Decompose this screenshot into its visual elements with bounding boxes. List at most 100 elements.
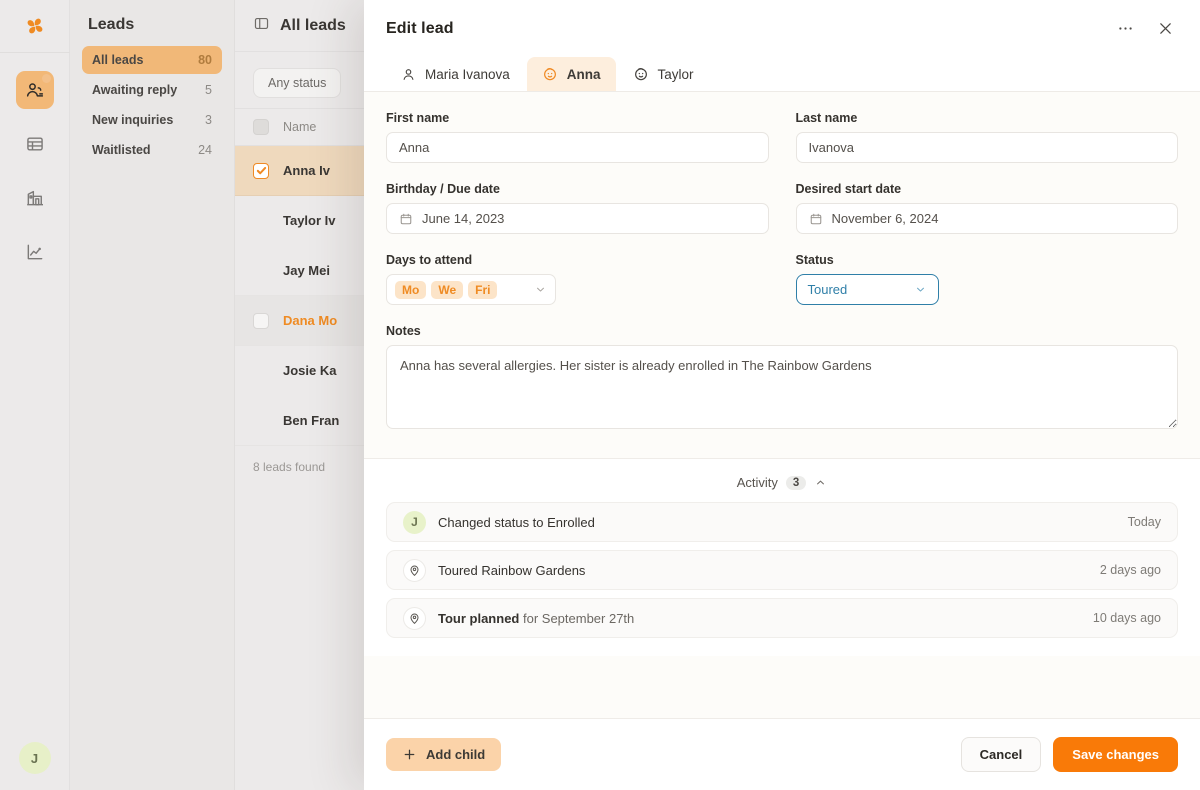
nav-count: 24 [198,143,212,157]
status-label: Status [796,253,1179,267]
activity-time: 10 days ago [1093,611,1161,625]
day-chip: Fri [468,281,497,299]
field-first-name: First name [386,111,769,163]
row-name: Josie Ka [283,363,336,378]
map-pin-icon [403,559,426,582]
rail-item-analytics[interactable] [16,233,54,271]
activity-section: Activity 3 J Changed status to Enrolled … [364,458,1200,656]
tab-label: Anna [567,67,601,82]
activity-text-group: Tour planned for September 27th [438,611,634,626]
row-name: Ben Fran [283,413,339,428]
field-start-date: Desired start date November 6, 2024 [796,182,1179,234]
app-root: J Leads All leads 80 Awaiting reply 5 Ne… [0,0,1200,790]
calendar-icon [399,212,413,226]
panel-toggle-icon[interactable] [253,15,270,37]
icon-rail: J [0,0,70,790]
activity-row[interactable]: J Changed status to Enrolled Today [386,502,1178,542]
chevron-up-icon[interactable] [814,476,827,489]
row-checkbox[interactable] [253,163,269,179]
rail-item-leads[interactable] [16,71,54,109]
edit-lead-modal: Edit lead [364,0,1200,790]
days-to-attend-select[interactable]: Mo We Fri [386,274,556,305]
activity-header[interactable]: Activity 3 [386,475,1178,490]
activity-text-bold: Tour planned [438,611,519,626]
activity-text: Changed status to Enrolled [438,515,595,530]
status-select[interactable]: Toured [796,274,939,305]
modal-header-actions [1112,16,1178,42]
field-birthday: Birthday / Due date June 14, 2023 [386,182,769,234]
status-value: Toured [808,282,848,297]
activity-time: 2 days ago [1100,563,1161,577]
activity-row[interactable]: Toured Rainbow Gardens 2 days ago [386,550,1178,590]
plus-icon [402,747,417,762]
select-all-checkbox[interactable] [253,119,269,135]
ellipsis-icon[interactable] [1112,16,1138,42]
activity-title: Activity [737,475,778,490]
activity-text: for September 27th [519,611,634,626]
rail-item-table[interactable] [16,125,54,163]
leads-nav-panel: Leads All leads 80 Awaiting reply 5 New … [70,0,235,790]
add-child-label: Add child [426,747,485,762]
tab-label: Taylor [658,67,694,82]
notes-label: Notes [386,324,1178,338]
last-name-label: Last name [796,111,1179,125]
rail-divider [0,52,70,53]
chevron-down-icon [534,283,547,296]
leads-nav-title: Leads [82,0,222,46]
nav-count: 3 [205,113,212,127]
tab-maria-ivanova[interactable]: Maria Ivanova [386,58,525,91]
close-icon[interactable] [1152,16,1178,42]
nav-item-waitlisted[interactable]: Waitlisted 24 [82,136,222,164]
row-name: Taylor Iv [283,213,336,228]
child-tabs: Maria Ivanova Anna [364,57,1200,92]
birthday-label: Birthday / Due date [386,182,769,196]
footer-actions: Cancel Save changes [961,737,1178,772]
field-status: Status Toured [796,253,1179,305]
pinwheel-logo[interactable] [0,0,70,52]
row-name: Dana Mo [283,313,337,328]
nav-item-all-leads[interactable]: All leads 80 [82,46,222,74]
nav-item-new-inquiries[interactable]: New inquiries 3 [82,106,222,134]
rail-item-centers[interactable] [16,179,54,217]
first-name-input[interactable] [386,132,769,163]
leads-list-title: All leads [280,17,346,35]
tab-anna[interactable]: Anna [527,57,616,91]
activity-row[interactable]: Tour planned for September 27th 10 days … [386,598,1178,638]
notes-textarea[interactable] [386,345,1178,429]
field-notes: Notes [386,324,1178,434]
activity-count-badge: 3 [786,476,806,490]
modal-footer: Add child Cancel Save changes [364,718,1200,790]
start-date-value: November 6, 2024 [832,211,939,226]
birthday-input[interactable]: June 14, 2023 [386,203,769,234]
field-last-name: Last name [796,111,1179,163]
start-date-input[interactable]: November 6, 2024 [796,203,1179,234]
last-name-input[interactable] [796,132,1179,163]
modal-title: Edit lead [386,20,454,38]
activity-text: Toured Rainbow Gardens [438,563,585,578]
field-days-to-attend: Days to attend Mo We Fri [386,253,769,305]
status-filter-chip[interactable]: Any status [253,68,341,98]
nav-label: Waitlisted [92,143,151,157]
person-icon [401,67,416,82]
birthday-value: June 14, 2023 [422,211,504,226]
calendar-icon [809,212,823,226]
modal-body: First name Last name Birthday / Due date [364,92,1200,718]
user-avatar[interactable]: J [19,742,51,774]
day-chip: Mo [395,281,426,299]
tab-label: Maria Ivanova [425,67,510,82]
row-checkbox[interactable] [253,313,269,329]
nav-item-awaiting-reply[interactable]: Awaiting reply 5 [82,76,222,104]
rail-icon-list [16,71,54,271]
save-changes-button[interactable]: Save changes [1053,737,1178,772]
tab-taylor[interactable]: Taylor [618,57,709,91]
cancel-button[interactable]: Cancel [961,737,1042,772]
add-child-button[interactable]: Add child [386,738,501,771]
start-date-label: Desired start date [796,182,1179,196]
lead-form: First name Last name Birthday / Due date [364,92,1200,458]
nav-label: New inquiries [92,113,173,127]
modal-header: Edit lead [364,0,1200,57]
avatar-j: J [403,511,426,534]
baby-face-icon [633,66,649,82]
first-name-label: First name [386,111,769,125]
nav-label: All leads [92,53,143,67]
